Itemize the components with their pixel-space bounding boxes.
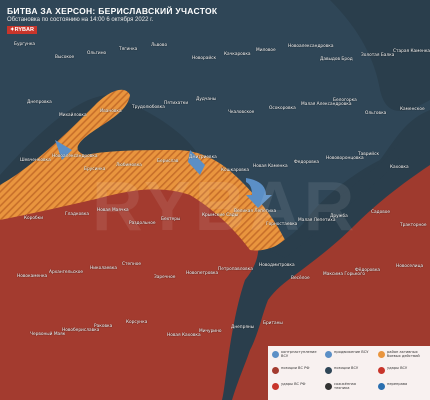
- place-label: Новодмитровка: [259, 263, 295, 268]
- place-label: Днепровка: [27, 100, 52, 105]
- place-label: Дмитриевка: [189, 155, 217, 160]
- place-label: Корсунка: [126, 320, 148, 325]
- place-label: Каменское: [400, 107, 425, 112]
- place-label: Британы: [263, 321, 283, 326]
- place-label: Трудолюбовка: [132, 105, 165, 110]
- place-label: Тракторное: [400, 223, 427, 228]
- place-label: Берислав: [157, 159, 179, 164]
- legend-item: переправа: [387, 382, 408, 386]
- legend-swatch: [272, 383, 279, 390]
- place-label: Садовое: [371, 210, 391, 215]
- legend-item: позиции ВС РФ: [281, 366, 310, 370]
- legend: контрнаступление ВСУ продвижение ВСУ район…: [268, 346, 430, 400]
- legend-swatch: [378, 367, 385, 374]
- watermark: RYBAR: [92, 167, 359, 245]
- place-label: Червоный Маяк: [30, 332, 66, 337]
- place-label: Каховка: [390, 165, 409, 170]
- legend-swatch: [378, 383, 385, 390]
- legend-swatch: [325, 367, 332, 374]
- legend-item: контрнаступление ВСУ: [281, 350, 317, 358]
- place-label: Старая Каменка: [393, 49, 430, 54]
- place-label: Весёлое: [291, 276, 310, 281]
- place-label: Федоровка: [294, 160, 320, 165]
- legend-swatch: [325, 383, 332, 390]
- map-title: БИТВА ЗА ХЕРСОН: БЕРИСЛАВСКИЙ УЧАСТОК: [7, 6, 218, 16]
- place-label: Михайловка: [59, 113, 87, 118]
- map-header: БИТВА ЗА ХЕРСОН: БЕРИСЛАВСКИЙ УЧАСТОК Об…: [7, 6, 217, 23]
- place-label: Архангельское: [49, 270, 84, 275]
- place-label: Миловое: [256, 48, 276, 53]
- place-label: Шевченковка: [20, 158, 51, 163]
- place-label: Новая Каховка: [167, 333, 201, 338]
- place-label: Днепряны: [231, 325, 255, 330]
- legend-swatch: [325, 351, 332, 358]
- brand-badge: ✦RYBAR: [7, 26, 37, 34]
- place-label: Бургунка: [14, 42, 36, 47]
- place-label: Новоалександровка: [288, 44, 334, 49]
- place-label: Раковка: [94, 324, 113, 329]
- place-label: Новорайск: [192, 56, 217, 61]
- place-label: Коробки: [24, 216, 44, 221]
- legend-swatch: [272, 351, 279, 358]
- place-label: Таврийск: [358, 152, 380, 157]
- place-label: Пятихатки: [164, 101, 189, 106]
- place-label: Заречное: [154, 275, 176, 280]
- place-label: Качкаровка: [224, 52, 251, 57]
- place-label: Николаевка: [90, 266, 118, 271]
- place-label: Высокое: [55, 55, 75, 60]
- place-label: Ивановка: [100, 109, 122, 114]
- map-subtitle: Обстановка по состоянию на 14:00 6 октяб…: [7, 17, 154, 23]
- legend-item: удары ВСУ: [387, 366, 408, 370]
- place-label: Гладковка: [65, 212, 89, 217]
- place-label: Дудчаны: [196, 97, 217, 102]
- map-view[interactable]: Бургунка Высокое Ольгино Тягинка Львово Новор…: [0, 0, 430, 400]
- place-label: Белогорка: [333, 98, 357, 103]
- legend-item: продвижение ВСУ: [334, 350, 369, 354]
- legend-item: позиции ВСУ: [334, 366, 359, 370]
- legend-swatch: [272, 367, 279, 374]
- place-label: Ольгино: [87, 51, 107, 56]
- place-label: Осокоровка: [269, 106, 296, 111]
- place-label: Новоалександровка: [52, 154, 98, 159]
- place-label: Тягинка: [119, 47, 138, 52]
- place-label: Новопетровка: [186, 271, 219, 276]
- place-label: Новоселица: [396, 264, 424, 269]
- legend-swatch: [378, 351, 385, 358]
- legend-item: удары ВС РФ: [281, 382, 306, 386]
- place-label: Ольговка: [365, 111, 387, 116]
- place-label: Давыдов Брод: [320, 57, 353, 62]
- place-label: Мичурино: [199, 329, 222, 334]
- place-label: Львово: [151, 43, 168, 48]
- place-label: Степное: [122, 262, 142, 267]
- place-label: Петропавловка: [218, 267, 253, 272]
- legend-item: район активных боевых действий: [387, 350, 420, 358]
- place-label: Чкаловское: [228, 110, 255, 115]
- place-label: Фёдоровка: [355, 268, 381, 273]
- place-label: Новокаменка: [17, 274, 48, 279]
- legend-item: сожжённая техника: [334, 382, 356, 390]
- place-label: Золотая Балка: [361, 53, 395, 58]
